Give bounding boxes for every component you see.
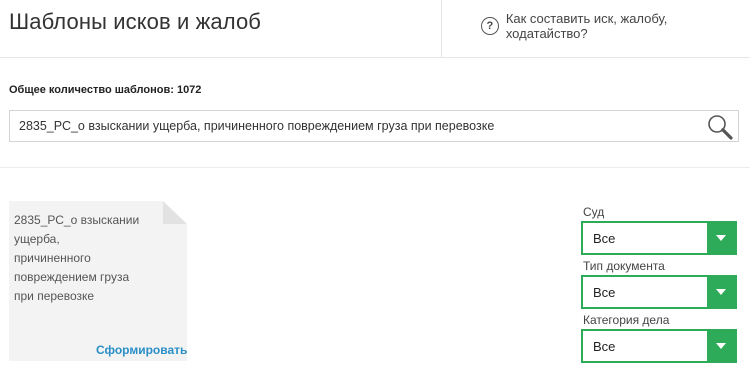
search-button[interactable] (705, 113, 735, 141)
chevron-down-icon (707, 277, 735, 307)
filter-case-category-select[interactable]: Все (581, 329, 737, 363)
filter-court-label: Суд (583, 205, 605, 219)
card-title-line: ущерба, (14, 232, 60, 246)
page-title: Шаблоны исков и жалоб (9, 9, 261, 34)
help-link[interactable]: ? Как составить иск, жалобу, ходатайство… (481, 11, 750, 41)
chevron-down-icon (707, 223, 735, 253)
card-title-line: при перевозке (14, 289, 95, 303)
card-title-line: причиненного (14, 251, 91, 265)
header-divider (441, 0, 442, 58)
card-title-line: 2835_РС_о взыскании (14, 213, 140, 227)
search-icon (708, 115, 733, 140)
filter-doc-type-value: Все (593, 285, 616, 300)
section-divider (0, 167, 750, 168)
help-link-label: Как составить иск, жалобу, ходатайство? (505, 11, 668, 41)
filter-doc-type-label: Тип документа (583, 259, 665, 273)
card-corner-fold (163, 201, 187, 224)
card-title-line: повреждением груза (14, 270, 130, 284)
chevron-down-icon (707, 331, 735, 361)
filter-case-category-value: Все (593, 339, 616, 354)
template-card-title: 2835_РС_о взыскании ущерба, причиненного… (14, 211, 164, 306)
page-header: Шаблоны исков и жалоб ? Как составить ис… (0, 0, 750, 58)
question-circle-icon: ? (481, 17, 499, 35)
generate-link[interactable]: Сформировать (96, 343, 187, 357)
filter-court-select[interactable]: Все (581, 221, 737, 255)
template-count: Общее количество шаблонов: 1072 (9, 84, 202, 96)
filter-doc-type-select[interactable]: Все (581, 275, 737, 309)
filter-case-category-label: Категория дела (583, 313, 670, 327)
filter-court-value: Все (593, 231, 616, 246)
search-box (9, 110, 739, 142)
search-input[interactable] (10, 111, 700, 141)
